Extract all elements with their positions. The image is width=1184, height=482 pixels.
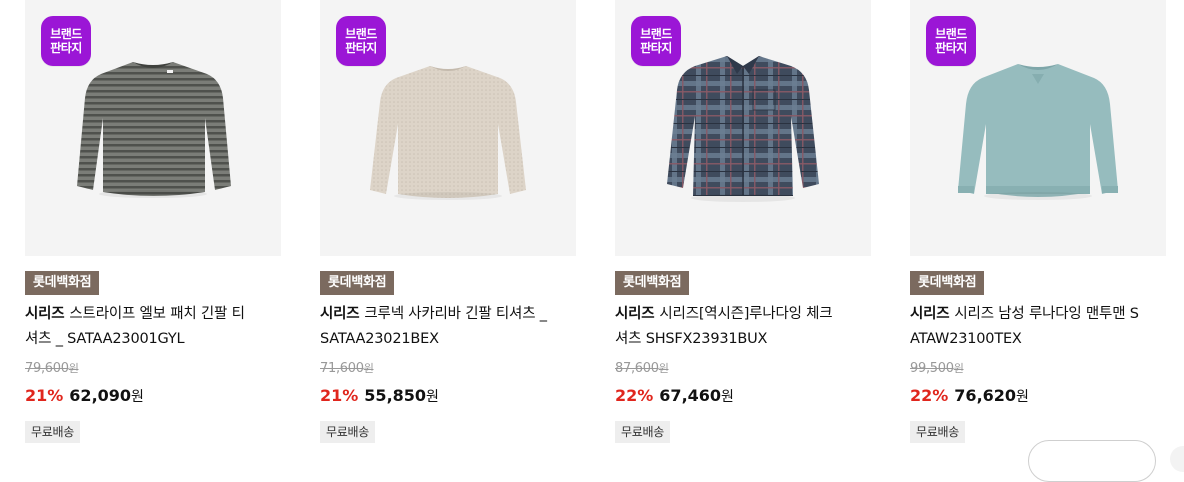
store-tag: 롯데백화점 [25,271,100,295]
more-button[interactable] [1028,440,1156,482]
brand-fantasy-badge: 브랜드 판타지 [631,16,681,66]
badge-line-1: 브랜드 [50,27,82,41]
brand-fantasy-badge: 브랜드 판타지 [926,16,976,66]
product-image[interactable]: 브랜드 판타지 [320,0,576,256]
original-price: 79,600원 [25,360,79,376]
product-name-line2: 셔츠 _ SATAA23001GYL [25,331,185,347]
product-name-line1: 시리즈[역시즌]루나다잉 체크 [659,306,833,322]
product-title[interactable]: 시리즈 시리즈 남성 루나다잉 맨투맨 S ATAW23100TEX [910,302,1160,352]
discount-rate: 21% [320,386,359,405]
product-card[interactable]: 브랜드 판타지 롯데백화점 시리즈 시리즈 남성 루나다잉 맨투맨 S ATAW2… [910,0,1166,443]
product-card[interactable]: 브랜드 판타지 롯데백화점 시리즈 시리즈[역시즌]루나다잉 체크 셔츠 SHSF… [615,0,871,443]
store-tag: 롯데백화점 [910,271,985,295]
brand-fantasy-badge: 브랜드 판타지 [41,16,91,66]
original-price: 71,600원 [320,360,374,376]
product-card[interactable]: 브랜드 판타지 롯데백화점 시리즈 스트라이프 엘보 패치 긴팔 티 셔츠 _ S… [25,0,281,443]
sale-price-unit: 원 [131,389,144,405]
free-shipping-badge: 무료배송 [910,421,965,443]
sale-price: 55,850 [364,386,427,405]
discount-rate: 22% [615,386,654,405]
badge-line-1: 브랜드 [345,27,377,41]
product-name-line1: 시리즈 남성 루나다잉 맨투맨 S [954,306,1139,322]
sale-price: 76,620 [954,386,1017,405]
product-name-line2: ATAW23100TEX [910,331,1022,347]
original-price-value: 79,600 [25,361,69,376]
product-brand: 시리즈 [320,306,360,322]
sale-price-unit: 원 [721,389,734,405]
product-title[interactable]: 시리즈 스트라이프 엘보 패치 긴팔 티 셔츠 _ SATAA23001GYL [25,302,275,352]
original-price-unit: 원 [363,362,374,375]
product-brand: 시리즈 [910,306,950,322]
discount-rate: 22% [910,386,949,405]
discount-rate: 21% [25,386,64,405]
product-image[interactable]: 브랜드 판타지 [25,0,281,256]
badge-line-2: 판타지 [935,41,967,55]
badge-line-1: 브랜드 [640,27,672,41]
original-price: 87,600원 [615,360,669,376]
brand-fantasy-badge: 브랜드 판타지 [336,16,386,66]
badge-line-1: 브랜드 [935,27,967,41]
product-card[interactable]: 브랜드 판타지 롯데백화점 시리즈 크루넥 사카리바 긴팔 티셔츠 _ SATAA… [320,0,576,443]
sale-price-row: 21% 62,090원 [25,385,144,408]
original-price: 99,500원 [910,360,964,376]
store-tag: 롯데백화점 [615,271,690,295]
product-name-line1: 크루넥 사카리바 긴팔 티셔츠 _ [364,306,547,322]
free-shipping-badge: 무료배송 [615,421,670,443]
badge-line-2: 판타지 [50,41,82,55]
product-name-line2: 셔츠 SHSFX23931BUX [615,331,768,347]
sale-price-row: 22% 67,460원 [615,385,734,408]
original-price-unit: 원 [953,362,964,375]
sale-price-row: 22% 76,620원 [910,385,1029,408]
product-title[interactable]: 시리즈 시리즈[역시즌]루나다잉 체크 셔츠 SHSFX23931BUX [615,302,865,352]
original-price-unit: 원 [658,362,669,375]
product-brand: 시리즈 [25,306,65,322]
store-tag: 롯데백화점 [320,271,395,295]
next-arrow-icon[interactable] [1170,446,1184,472]
sale-price: 67,460 [659,386,722,405]
sale-price: 62,090 [69,386,132,405]
badge-line-2: 판타지 [640,41,672,55]
original-price-value: 71,600 [320,361,364,376]
sale-price-unit: 원 [426,389,439,405]
free-shipping-badge: 무료배송 [25,421,80,443]
badge-line-2: 판타지 [345,41,377,55]
product-image[interactable]: 브랜드 판타지 [910,0,1166,256]
original-price-value: 87,600 [615,361,659,376]
product-image[interactable]: 브랜드 판타지 [615,0,871,256]
product-name-line2: SATAA23021BEX [320,331,439,347]
free-shipping-badge: 무료배송 [320,421,375,443]
sale-price-unit: 원 [1016,389,1029,405]
product-grid: 브랜드 판타지 롯데백화점 시리즈 스트라이프 엘보 패치 긴팔 티 셔츠 _ S… [25,0,1184,458]
product-name-line1: 스트라이프 엘보 패치 긴팔 티 [69,306,245,322]
original-price-value: 99,500 [910,361,954,376]
product-brand: 시리즈 [615,306,655,322]
sale-price-row: 21% 55,850원 [320,385,439,408]
product-title[interactable]: 시리즈 크루넥 사카리바 긴팔 티셔츠 _ SATAA23021BEX [320,302,570,352]
original-price-unit: 원 [68,362,79,375]
